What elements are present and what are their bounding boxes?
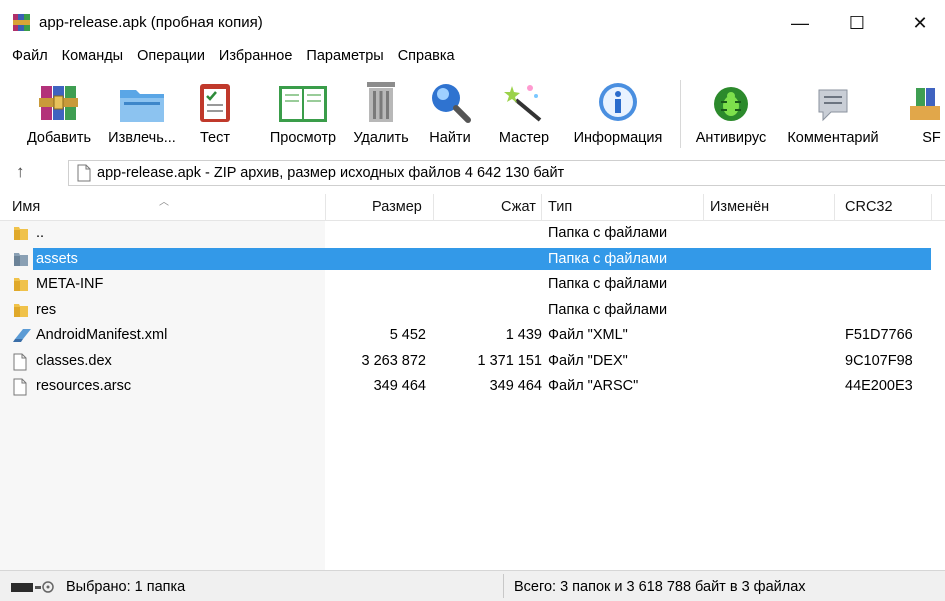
document-icon [77,164,91,182]
info-button[interactable]: Информация [566,70,670,158]
table-row[interactable]: .. Папка с файлами [0,221,945,247]
extract-folder-icon [120,90,164,122]
toolbar-separator [680,80,681,148]
table-row[interactable]: res Папка с файлами [0,298,945,324]
file-icon [13,378,27,396]
column-divider[interactable] [541,194,542,221]
column-name[interactable]: Имя [12,199,40,215]
path-field[interactable]: app-release.apk - ZIP архив, размер исхо… [68,160,945,186]
column-divider[interactable] [834,194,835,221]
status-divider [503,574,504,598]
toolbar: Добавить Извлечь... Тест Просмотр Удалит… [0,70,945,158]
table-row[interactable]: resources.arsc 349 464 349 464 Файл "ARS… [0,374,945,400]
path-text: app-release.apk - ZIP архив, размер исхо… [97,165,565,181]
view-button[interactable]: Просмотр [262,70,344,158]
maximize-button[interactable]: ☐ [834,8,880,38]
comment-button[interactable]: Комментарий [778,70,888,158]
antivirus-button[interactable]: Антивирус [688,70,774,158]
column-divider[interactable] [703,194,704,221]
column-modified[interactable]: Изменён [710,199,769,215]
table-row[interactable]: classes.dex 3 263 872 1 371 151 Файл "DE… [0,349,945,375]
column-size[interactable]: Размер [372,199,422,215]
column-divider[interactable] [325,194,326,221]
selection-highlight [33,247,931,270]
column-crc32[interactable]: CRC32 [845,199,893,215]
minimize-button[interactable]: — [777,8,823,38]
winrar-app-icon [13,14,30,31]
extract-button[interactable]: Извлечь... [104,70,180,158]
column-type[interactable]: Тип [548,199,572,215]
folder-icon [14,252,28,266]
title-bar: app-release.apk (пробная копия) — ☐ ✕ [0,0,945,44]
column-divider[interactable] [433,194,434,221]
test-checklist-icon [200,84,230,122]
table-row[interactable]: META-INF Папка с файлами [0,272,945,298]
menu-options[interactable]: Параметры [299,48,390,70]
sort-ascending-icon: ︿ [159,197,169,208]
close-button[interactable]: ✕ [897,8,943,38]
address-bar: ↑ app-release.apk - ZIP архив, размер ис… [0,158,945,190]
comment-bubble-icon [818,89,848,122]
find-magnifier-icon [432,84,471,123]
menu-help[interactable]: Справка [391,48,462,70]
sfx-button[interactable]: SF [906,70,945,158]
file-list: .. Папка с файлами assets Папка с файлам… [0,221,945,400]
antivirus-bug-icon [714,87,748,121]
folder-icon [14,227,28,240]
folder-icon [14,278,28,291]
column-packed[interactable]: Сжат [501,199,536,215]
menu-operations[interactable]: Операции [130,48,212,70]
menu-bar: Файл Команды Операции Избранное Параметр… [0,48,462,70]
drive-icon [11,581,54,593]
view-book-icon [279,86,327,122]
folder-icon [14,303,28,317]
table-row-selected[interactable]: assets Папка с файлами [0,247,945,273]
status-selected: Выбрано: 1 папка [66,579,186,595]
find-button[interactable]: Найти [425,70,475,158]
up-arrow-icon[interactable]: ↑ [16,162,25,182]
column-divider[interactable] [931,194,932,221]
table-row[interactable]: AndroidManifest.xml 5 452 1 439 Файл "XM… [0,323,945,349]
delete-button[interactable]: Удалить [348,70,414,158]
wizard-button[interactable]: Мастер [495,70,553,158]
window-title: app-release.apk (пробная копия) [39,14,263,31]
sfx-archive-icon [910,88,940,120]
file-list-header: Имя ︿ Размер Сжат Тип Изменён CRC32 [0,194,945,221]
wizard-wand-icon [504,85,542,122]
test-button[interactable]: Тест [193,70,237,158]
menu-file[interactable]: Файл [0,48,55,70]
winrar-window: app-release.apk (пробная копия) — ☐ ✕ Фа… [0,0,945,601]
file-icon [13,353,27,370]
add-button[interactable]: Добавить [20,70,98,158]
add-archive-icon [39,86,78,120]
menu-favorites[interactable]: Избранное [212,48,299,70]
xml-file-icon [13,329,31,342]
menu-commands[interactable]: Команды [55,48,130,70]
info-icon [599,83,637,121]
status-bar: Выбрано: 1 папка Всего: 3 папок и 3 618 … [0,570,945,601]
status-total: Всего: 3 папок и 3 618 788 байт в 3 файл… [514,579,806,595]
trash-icon [367,82,395,122]
